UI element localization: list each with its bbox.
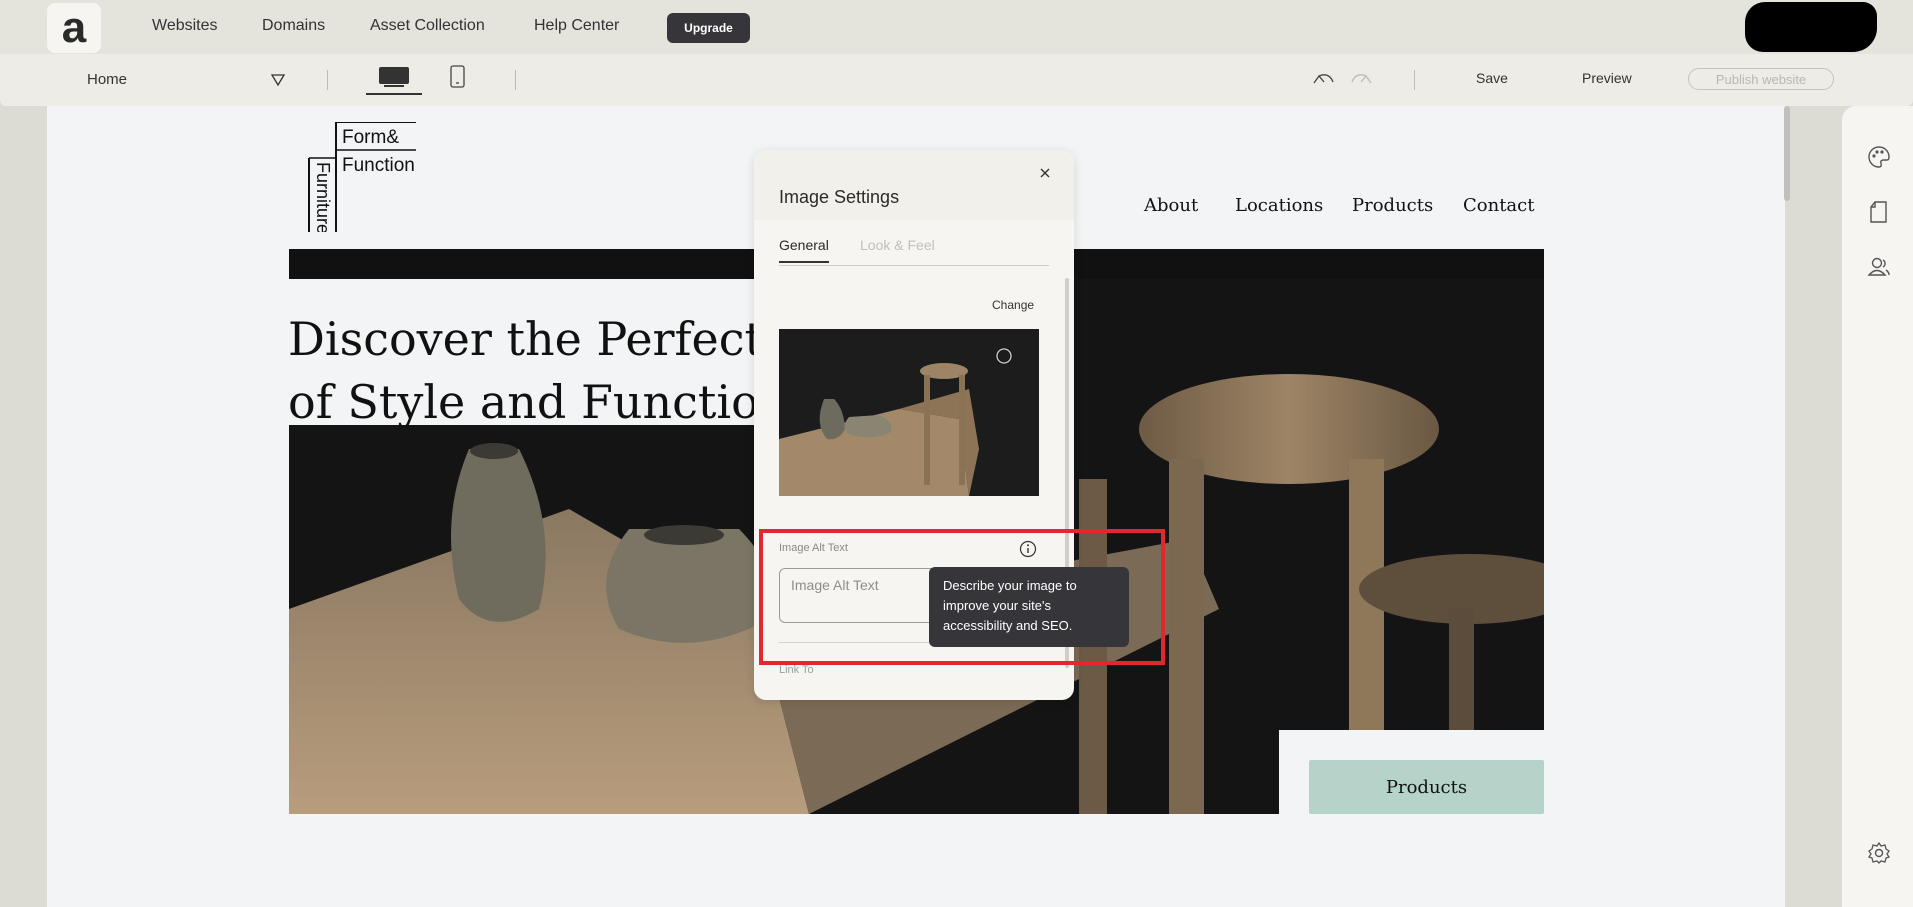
dialog-header — [754, 150, 1074, 220]
site-logo[interactable]: Form& Function Furniture — [306, 122, 418, 232]
redo-icon[interactable] — [1348, 70, 1374, 88]
nav-domains[interactable]: Domains — [262, 17, 325, 35]
link-to-label: Link To — [779, 664, 814, 676]
logo-text-furniture: Furniture — [313, 162, 333, 232]
nav-asset-collection[interactable]: Asset Collection — [370, 17, 485, 35]
chevron-down-icon[interactable] — [271, 74, 285, 86]
highlight-box — [759, 529, 1165, 665]
palette-icon[interactable] — [1866, 144, 1892, 170]
nav-websites[interactable]: Websites — [152, 17, 218, 35]
save-button[interactable]: Save — [1476, 70, 1508, 86]
right-side-panel — [1842, 106, 1913, 907]
tab-look-and-feel[interactable]: Look & Feel — [860, 237, 935, 253]
hero-title-line-1: Discover the Perfect Blend — [288, 312, 768, 366]
users-icon[interactable] — [1866, 254, 1892, 280]
products-cta-button[interactable]: Products — [1309, 760, 1544, 814]
divider — [1414, 70, 1415, 90]
upgrade-button[interactable]: Upgrade — [667, 13, 750, 43]
image-preview — [779, 329, 1039, 496]
page-selector[interactable]: Home — [87, 71, 127, 88]
mobile-view-button[interactable] — [448, 63, 468, 91]
account-avatar[interactable] — [1745, 2, 1877, 52]
tab-general[interactable]: General — [779, 237, 829, 263]
undo-icon[interactable] — [1311, 70, 1337, 88]
site-nav-locations[interactable]: Locations — [1235, 195, 1323, 216]
desktop-icon — [379, 67, 409, 87]
nav-help-center[interactable]: Help Center — [534, 17, 619, 35]
publish-button[interactable]: Publish website — [1688, 68, 1834, 90]
page-icon[interactable] — [1866, 199, 1892, 225]
hero-title-line-2: of Style and Function — [288, 375, 768, 429]
logo-text-function: Function — [342, 155, 415, 176]
gear-icon[interactable] — [1866, 840, 1892, 866]
logo-text-form: Form& — [342, 127, 399, 148]
divider — [327, 70, 328, 90]
divider — [515, 70, 516, 90]
site-nav-products[interactable]: Products — [1352, 195, 1433, 216]
dialog-title: Image Settings — [779, 187, 900, 207]
desktop-view-button[interactable] — [366, 63, 422, 95]
tab-underline — [779, 265, 1049, 266]
app-logo-mark: a — [61, 3, 87, 52]
site-nav-about[interactable]: About — [1144, 195, 1198, 216]
site-nav-contact[interactable]: Contact — [1463, 195, 1534, 216]
mobile-icon — [450, 65, 465, 88]
preview-button[interactable]: Preview — [1582, 70, 1632, 86]
top-bar: a Websites Domains Asset Collection Help… — [0, 0, 1913, 54]
canvas-scrollbar[interactable] — [1784, 106, 1790, 201]
change-image-button[interactable]: Change — [992, 298, 1034, 312]
app-logo[interactable]: a — [47, 3, 101, 53]
close-icon[interactable] — [1038, 166, 1052, 180]
hero-title[interactable]: Discover the Perfect Blend of Style and … — [288, 308, 768, 434]
